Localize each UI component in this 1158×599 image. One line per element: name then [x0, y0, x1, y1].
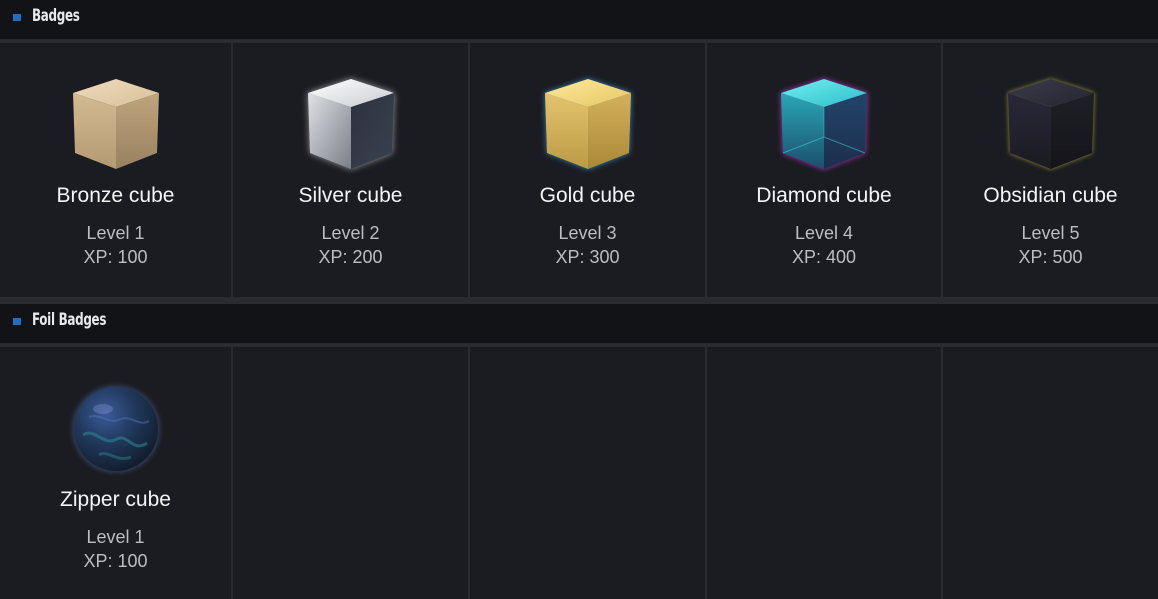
- badges-page: Badges Bronze cube Level 1 XP: 100 Silve…: [0, 0, 1158, 599]
- badge-level: Level 1: [86, 527, 145, 547]
- badges-grid: Bronze cube Level 1 XP: 100 Silver cube …: [0, 43, 1158, 297]
- badge-card[interactable]: Obsidian cube Level 5 XP: 500: [943, 43, 1158, 297]
- badge-card[interactable]: Silver cube Level 2 XP: 200: [233, 43, 468, 297]
- badge-xp: XP: 100: [83, 247, 148, 267]
- badge-name: Diamond cube: [756, 184, 892, 207]
- section-title: Badges: [32, 6, 80, 26]
- empty-badge-slot: [943, 347, 1158, 599]
- badge-xp: XP: 200: [318, 247, 383, 267]
- badge-xp: XP: 100: [83, 551, 148, 571]
- badge-level: Level 1: [86, 223, 145, 243]
- empty-badge-slot: [707, 347, 941, 599]
- badge-name: Zipper cube: [60, 488, 171, 511]
- badge-level: Level 4: [794, 223, 854, 243]
- badge-card[interactable]: Bronze cube Level 1 XP: 100: [0, 43, 231, 297]
- foil-badges-section-header: Foil Badges: [0, 304, 1158, 345]
- badge-xp: XP: 400: [791, 247, 857, 267]
- obsidian-cube-icon: [1007, 79, 1094, 169]
- zipper-sphere-icon: [71, 385, 160, 473]
- badge-xp: XP: 300: [555, 247, 620, 267]
- foil-badges-grid: Zipper cube Level 1 XP: 100: [0, 347, 1158, 599]
- badge-card[interactable]: Diamond cube Level 4 XP: 400: [707, 43, 941, 297]
- badge-name: Silver cube: [298, 184, 403, 207]
- bronze-cube-icon: [72, 79, 159, 169]
- section-bullet-icon: [13, 318, 21, 325]
- badge-level: Level 3: [558, 223, 617, 243]
- badge-level: Level 2: [321, 223, 380, 243]
- diamond-cube-icon: [781, 79, 867, 169]
- badge-xp: XP: 500: [1018, 247, 1083, 267]
- empty-badge-slot: [233, 347, 468, 599]
- badges-section-header: Badges: [0, 0, 1158, 41]
- badge-card[interactable]: Zipper cube Level 1 XP: 100: [0, 347, 231, 599]
- empty-badge-slot: [470, 347, 705, 599]
- silver-cube-icon: [307, 79, 394, 169]
- badge-name: Bronze cube: [56, 184, 175, 207]
- badge-name: Gold cube: [539, 184, 636, 207]
- badge-level: Level 5: [1021, 223, 1080, 243]
- badge-name: Obsidian cube: [983, 184, 1118, 207]
- section-bullet-icon: [13, 14, 21, 21]
- section-title: Foil Badges: [32, 310, 107, 330]
- gold-cube-icon: [544, 79, 631, 169]
- badge-card[interactable]: Gold cube Level 3 XP: 300: [470, 43, 705, 297]
